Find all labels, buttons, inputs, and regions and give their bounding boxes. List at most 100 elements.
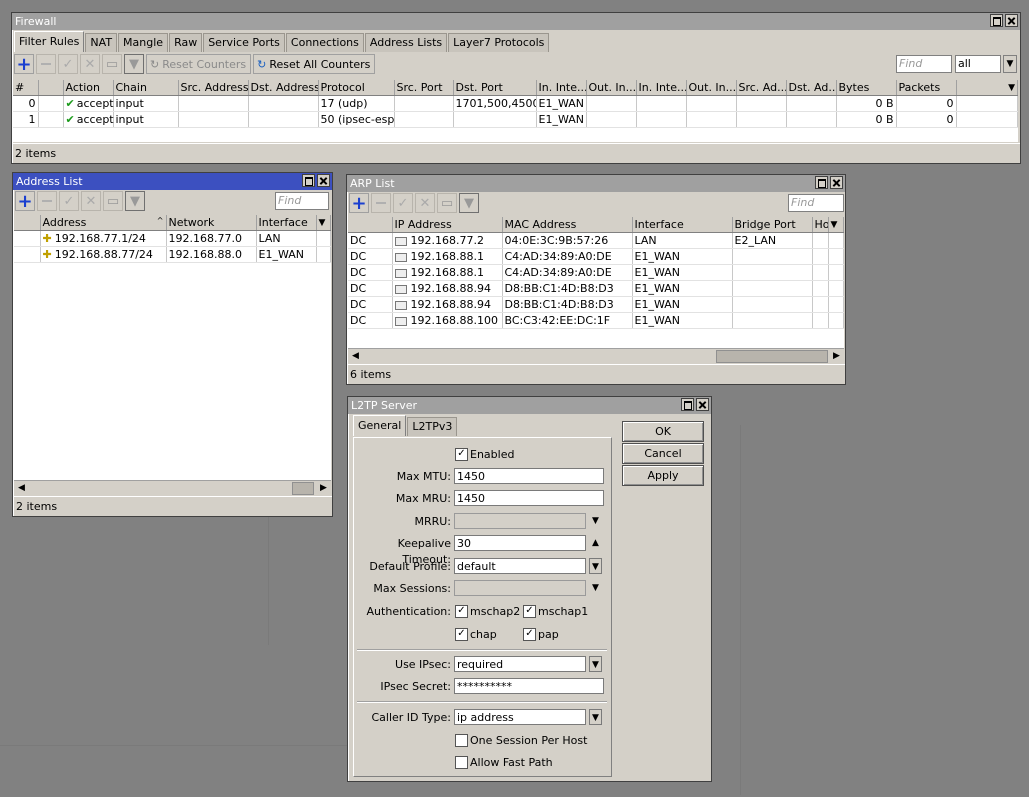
filter-select[interactable]: all <box>955 55 1001 73</box>
use-ipsec-dropdown-icon[interactable]: ▼ <box>589 656 602 672</box>
tab-general[interactable]: General <box>353 415 407 436</box>
scroll-right-icon[interactable]: ▶ <box>829 349 844 364</box>
column-chooser-icon[interactable]: ▼ <box>316 215 331 231</box>
reset-counters-button[interactable]: ↻ Reset Counters <box>146 54 252 74</box>
column-header[interactable]: Interface <box>256 215 317 231</box>
tab-nat[interactable]: NAT <box>85 33 118 52</box>
mschap2-checkbox[interactable]: ✓ <box>455 605 468 618</box>
maximize-icon[interactable] <box>990 14 1003 27</box>
find-input[interactable]: Find <box>896 55 952 73</box>
allow-fast-path-checkbox[interactable] <box>455 756 468 769</box>
add-icon[interactable]: + <box>349 193 369 214</box>
use-ipsec-select[interactable]: required <box>454 656 586 672</box>
column-header[interactable]: Dst. Address <box>248 80 319 96</box>
tab-connections[interactable]: Connections <box>285 33 364 52</box>
address-list-titlebar[interactable]: Address List <box>13 173 332 190</box>
column-header[interactable]: Action <box>63 80 114 96</box>
disable-icon[interactable]: ✕ <box>80 54 100 74</box>
one-session-per-host-checkbox[interactable] <box>455 734 468 747</box>
column-header[interactable] <box>38 80 64 96</box>
comment-icon[interactable]: ▭ <box>437 193 457 213</box>
table-row[interactable]: 0 ✔ accept input 17 (udp) 1701,500,4500 E… <box>13 95 1018 112</box>
scroll-left-icon[interactable]: ◀ <box>14 481 29 496</box>
enable-icon[interactable]: ✓ <box>59 191 79 211</box>
tab-raw[interactable]: Raw <box>169 33 203 52</box>
filter-icon[interactable]: ▼ <box>125 191 145 211</box>
remove-icon[interactable] <box>371 193 391 213</box>
column-header[interactable]: Chain <box>113 80 179 96</box>
filter-select-dropdown-icon[interactable]: ▼ <box>1003 55 1017 73</box>
column-header[interactable]: Src. Address <box>178 80 249 96</box>
column-header[interactable]: In. Inte... <box>536 80 587 96</box>
table-row[interactable]: DC 192.168.88.1 C4:AD:34:89:A0:DE E1_WAN <box>348 264 844 281</box>
column-header[interactable]: Src. Ad... <box>736 80 787 96</box>
column-header[interactable]: Out. In... <box>586 80 637 96</box>
pap-checkbox[interactable]: ✓ <box>523 628 536 641</box>
max-sessions-dropdown-icon[interactable]: ▼ <box>589 580 602 596</box>
table-row[interactable]: DC 192.168.88.100 BC:C3:42:EE:DC:1F E1_W… <box>348 312 844 329</box>
l2tp-server-titlebar[interactable]: L2TP Server <box>348 397 711 414</box>
reset-all-counters-button[interactable]: ↻ Reset All Counters <box>253 54 376 74</box>
arp-list-titlebar[interactable]: ARP List <box>347 175 845 192</box>
table-row[interactable]: ✚ 192.168.88.77/24 192.168.88.0 E1_WAN <box>14 246 331 263</box>
enable-icon[interactable]: ✓ <box>393 193 413 213</box>
add-icon[interactable]: + <box>15 191 35 212</box>
filter-icon[interactable]: ▼ <box>459 193 479 213</box>
column-chooser-icon[interactable]: ▼ <box>956 80 1018 96</box>
mrru-dropdown-icon[interactable]: ▼ <box>589 513 602 529</box>
table-row[interactable]: DC 192.168.88.1 C4:AD:34:89:A0:DE E1_WAN <box>348 248 844 265</box>
column-header[interactable]: Src. Port <box>394 80 454 96</box>
column-header[interactable]: Out. In... <box>686 80 737 96</box>
scroll-right-icon[interactable]: ▶ <box>316 481 331 496</box>
comment-icon[interactable]: ▭ <box>103 191 123 211</box>
column-header[interactable] <box>348 217 393 233</box>
tab-service-ports[interactable]: Service Ports <box>203 33 285 52</box>
ok-button[interactable]: OK <box>622 421 704 442</box>
table-row[interactable]: DC 192.168.77.2 04:0E:3C:9B:57:26 LAN E2… <box>348 232 844 249</box>
column-header[interactable]: Dst. Ad... <box>786 80 837 96</box>
filter-icon[interactable]: ▼ <box>124 54 144 74</box>
comment-icon[interactable]: ▭ <box>102 54 122 74</box>
table-row[interactable]: ✚ 192.168.77.1/24 192.168.77.0 LAN <box>14 230 331 247</box>
maximize-icon[interactable] <box>815 176 828 189</box>
tab-l2tpv3[interactable]: L2TPv3 <box>407 417 458 436</box>
tab-filter-rules[interactable]: Filter Rules <box>14 31 85 52</box>
column-header[interactable]: Packets <box>896 80 957 96</box>
keepalive-collapse-icon[interactable]: ▲ <box>589 535 602 551</box>
table-row[interactable]: 1 ✔ accept input 50 (ipsec-esp) E1_WAN 0 … <box>13 111 1018 128</box>
column-header[interactable]: Protocol <box>318 80 395 96</box>
max-mtu-field[interactable]: 1450 <box>454 468 604 484</box>
remove-icon[interactable] <box>36 54 56 74</box>
enabled-checkbox[interactable]: ✓ <box>455 448 468 461</box>
find-input[interactable]: Find <box>788 194 844 212</box>
column-header[interactable]: Address ^ <box>40 215 167 231</box>
scroll-thumb[interactable] <box>716 350 828 363</box>
column-header[interactable]: Ho <box>812 217 829 233</box>
mrru-field[interactable] <box>454 513 586 529</box>
column-header[interactable]: Bridge Port <box>732 217 813 233</box>
default-profile-select[interactable]: default <box>454 558 586 574</box>
enable-icon[interactable]: ✓ <box>58 54 78 74</box>
chap-checkbox[interactable]: ✓ <box>455 628 468 641</box>
caller-id-type-dropdown-icon[interactable]: ▼ <box>589 709 602 725</box>
horizontal-scrollbar[interactable]: ◀ ▶ <box>14 480 331 496</box>
close-icon[interactable] <box>696 398 709 411</box>
remove-icon[interactable] <box>37 191 57 211</box>
maximize-icon[interactable] <box>681 398 694 411</box>
column-header[interactable]: MAC Address <box>502 217 633 233</box>
table-row[interactable]: DC 192.168.88.94 D8:BB:C1:4D:B8:D3 E1_WA… <box>348 280 844 297</box>
keepalive-timeout-field[interactable]: 30 <box>454 535 586 551</box>
maximize-icon[interactable] <box>302 174 315 187</box>
column-header[interactable]: Interface <box>632 217 733 233</box>
column-header[interactable]: Bytes <box>836 80 897 96</box>
disable-icon[interactable]: ✕ <box>415 193 435 213</box>
close-icon[interactable] <box>830 176 843 189</box>
tab-layer7-protocols[interactable]: Layer7 Protocols <box>448 33 550 52</box>
tab-address-lists[interactable]: Address Lists <box>364 33 448 52</box>
add-icon[interactable]: + <box>14 54 34 75</box>
close-icon[interactable] <box>317 174 330 187</box>
close-icon[interactable] <box>1005 14 1018 27</box>
mschap1-checkbox[interactable]: ✓ <box>523 605 536 618</box>
max-sessions-field[interactable] <box>454 580 586 596</box>
scroll-left-icon[interactable]: ◀ <box>348 349 363 364</box>
